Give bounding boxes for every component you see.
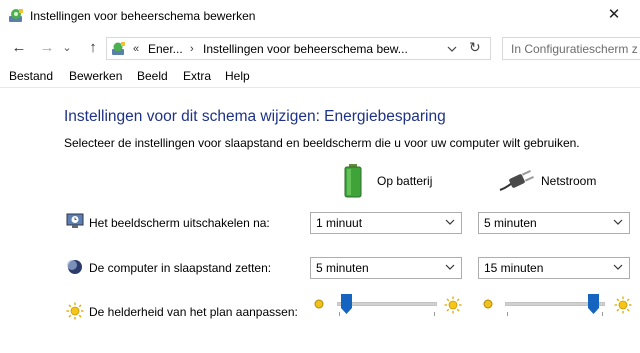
- power-plug-icon: [498, 168, 534, 194]
- moon-icon: [66, 258, 84, 276]
- chevron-down-icon: [613, 264, 623, 270]
- display-off-battery-value: 1 minuut: [316, 216, 363, 230]
- forward-button[interactable]: →: [36, 38, 58, 58]
- menu-tools[interactable]: Extra: [183, 69, 211, 83]
- slider-thumb[interactable]: [341, 294, 352, 314]
- window-title: Instellingen voor beheerschema bewerken: [30, 9, 256, 23]
- close-button[interactable]: ✕: [594, 3, 634, 27]
- slider-tick: [602, 312, 603, 316]
- brightness-battery-slider[interactable]: [337, 294, 437, 320]
- control-panel-icon: [111, 41, 127, 57]
- battery-column-label: Op batterij: [377, 174, 433, 188]
- title-bar: Instellingen voor beheerschema bewerken …: [0, 0, 640, 32]
- sun-icon: [66, 302, 84, 320]
- display-off-battery-select[interactable]: 1 minuut: [310, 212, 462, 234]
- brightness-high-icon: [614, 296, 632, 314]
- chevron-down-icon: [613, 219, 623, 225]
- battery-icon: [343, 164, 363, 198]
- menu-bar: Bestand Bewerken Beeld Extra Help: [0, 66, 640, 88]
- menu-edit[interactable]: Bewerken: [69, 69, 122, 83]
- brightness-plugged-slider[interactable]: [505, 294, 605, 320]
- slider-tick: [339, 312, 340, 316]
- sleep-plugged-value: 15 minuten: [484, 261, 544, 275]
- search-placeholder: In Configuratiescherm z: [511, 42, 638, 56]
- breadcrumb-separator[interactable]: ›: [190, 43, 194, 55]
- slider-track: [337, 302, 437, 306]
- chevron-down-icon: [445, 264, 455, 270]
- breadcrumb-overflow-chevron[interactable]: «: [133, 43, 139, 55]
- slider-tick: [434, 312, 435, 316]
- up-button[interactable]: ↑: [82, 38, 104, 58]
- sleep-battery-select[interactable]: 5 minuten: [310, 257, 462, 279]
- display-off-plugged-select[interactable]: 5 minuten: [478, 212, 630, 234]
- slider-thumb[interactable]: [588, 294, 599, 314]
- chevron-down-icon: [445, 219, 455, 225]
- brightness-label: De helderheid van het plan aanpassen:: [89, 305, 298, 319]
- plugged-column-label: Netstroom: [541, 174, 597, 188]
- menu-view[interactable]: Beeld: [137, 69, 168, 83]
- menu-help[interactable]: Help: [225, 69, 250, 83]
- search-box[interactable]: In Configuratiescherm z: [502, 37, 640, 60]
- sleep-label: De computer in slaapstand zetten:: [89, 261, 272, 275]
- display-off-plugged-value: 5 minuten: [484, 216, 537, 230]
- page-title: Instellingen voor dit schema wijzigen: E…: [64, 108, 446, 125]
- menu-file[interactable]: Bestand: [9, 69, 53, 83]
- display-off-label: Het beeldscherm uitschakelen na:: [89, 216, 270, 230]
- breadcrumb-current[interactable]: Instellingen voor beheerschema bew...: [203, 42, 408, 56]
- sleep-plugged-select[interactable]: 15 minuten: [478, 257, 630, 279]
- refresh-button[interactable]: ↻: [469, 39, 481, 56]
- page-description: Selecteer de instellingen voor slaapstan…: [64, 136, 580, 150]
- monitor-clock-icon: [66, 213, 84, 229]
- brightness-low-icon: [313, 298, 325, 310]
- brightness-high-icon: [444, 296, 462, 314]
- breadcrumb-parent[interactable]: Ener...: [148, 42, 183, 56]
- power-options-icon: [8, 7, 25, 24]
- back-button[interactable]: ←: [8, 38, 30, 58]
- sleep-battery-value: 5 minuten: [316, 261, 369, 275]
- slider-tick: [507, 312, 508, 316]
- recent-locations-button[interactable]: ⌄: [60, 38, 74, 58]
- address-bar[interactable]: « Ener... › Instellingen voor beheersche…: [106, 37, 491, 60]
- address-dropdown-icon[interactable]: [445, 41, 459, 57]
- brightness-low-icon: [482, 298, 494, 310]
